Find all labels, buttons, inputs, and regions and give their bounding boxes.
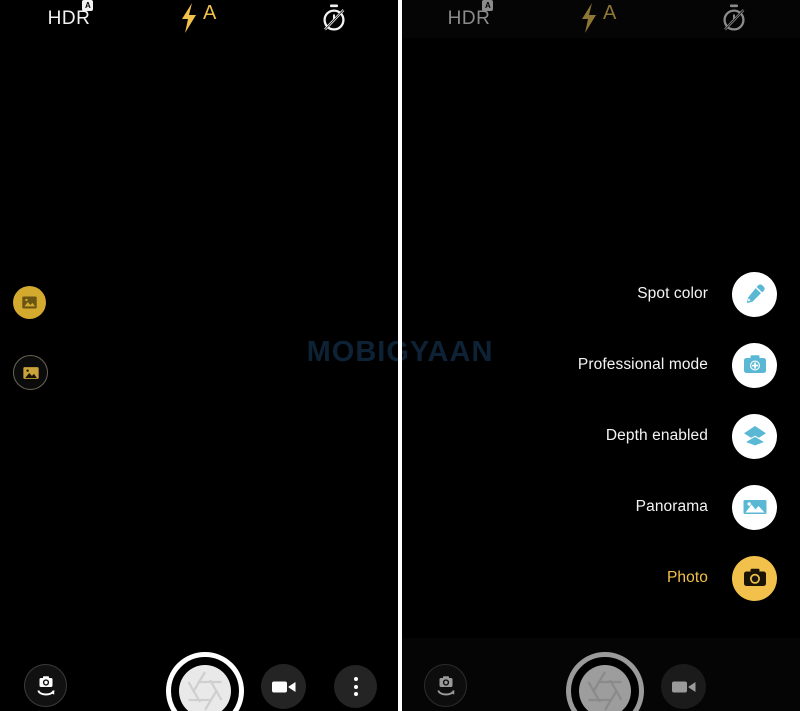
image-icon [22, 364, 40, 382]
hdr-auto-badge: A [82, 0, 94, 11]
switch-camera-button[interactable] [424, 664, 467, 707]
status-bar-right: HDR A A [400, 0, 800, 38]
gallery-thumbnail-outline[interactable] [13, 355, 48, 390]
flash-auto-indicator[interactable]: A [175, 0, 227, 34]
shutter-aperture-icon [579, 665, 631, 711]
mode-menu-item-photo[interactable]: Photo [667, 554, 777, 602]
layers-icon [732, 413, 777, 459]
video-camera-icon [671, 678, 697, 696]
panel-divider [398, 0, 402, 711]
hdr-label: HDR [47, 7, 91, 29]
switch-camera-button[interactable] [24, 664, 67, 707]
mode-label: Panorama [635, 498, 708, 515]
video-record-button[interactable] [661, 664, 706, 709]
eyedropper-icon [732, 271, 777, 317]
camera-viewfinder-left[interactable] [0, 38, 400, 638]
image-icon [21, 294, 38, 311]
timer-off-indicator[interactable] [710, 1, 758, 35]
shutter-aperture-icon [179, 665, 231, 711]
shutter-button[interactable] [566, 652, 644, 711]
camera-screen-right: HDR A A Spot color Professional mode Dep… [400, 0, 800, 711]
timer-off-indicator[interactable] [310, 1, 358, 35]
switch-camera-icon [434, 674, 458, 698]
overflow-menu-icon [353, 677, 358, 696]
camera-controls-left [0, 638, 400, 711]
camera-viewfinder-right[interactable] [400, 38, 800, 638]
pro-camera-icon [732, 342, 777, 388]
shutter-button[interactable] [166, 652, 244, 711]
hdr-auto-icon: HDR A [47, 0, 94, 29]
mode-menu-item-professional-mode[interactable]: Professional mode [578, 341, 777, 389]
timer-off-icon [719, 3, 749, 33]
hdr-auto-badge: A [482, 0, 494, 11]
panorama-icon [732, 484, 777, 530]
switch-camera-icon [34, 674, 58, 698]
camera-controls-right [400, 638, 800, 711]
flash-auto-label: A [603, 2, 617, 24]
mode-menu-item-spot-color[interactable]: Spot color [637, 270, 777, 318]
mode-label: Photo [666, 569, 708, 586]
mode-label: Spot color [637, 285, 708, 302]
flash-auto-icon: A [578, 0, 624, 34]
hdr-auto-indicator[interactable]: HDR A [442, 0, 496, 35]
hdr-auto-indicator[interactable]: HDR A [42, 0, 96, 35]
overflow-menu-button[interactable] [334, 665, 377, 708]
gallery-thumbnail-filled[interactable] [13, 286, 46, 319]
video-camera-icon [271, 678, 297, 696]
camera-screen-left: HDR A A [0, 0, 400, 711]
photo-camera-icon [732, 555, 777, 601]
mode-menu-item-depth-enabled[interactable]: Depth enabled [606, 412, 777, 460]
mode-label: Depth enabled [605, 427, 708, 444]
mode-menu-item-panorama[interactable]: Panorama [636, 483, 777, 531]
status-bar-left: HDR A A [0, 0, 400, 38]
mode-label: Professional mode [577, 356, 708, 373]
hdr-auto-icon: HDR A [447, 0, 494, 29]
timer-off-icon [319, 3, 349, 33]
flash-auto-label: A [203, 2, 217, 24]
flash-auto-icon: A [178, 0, 224, 34]
dual-screenshot-comparison: HDR A A HDR A A Spot color Professional … [0, 0, 800, 711]
hdr-label: HDR [447, 7, 491, 29]
video-record-button[interactable] [261, 664, 306, 709]
flash-auto-indicator[interactable]: A [575, 0, 627, 34]
